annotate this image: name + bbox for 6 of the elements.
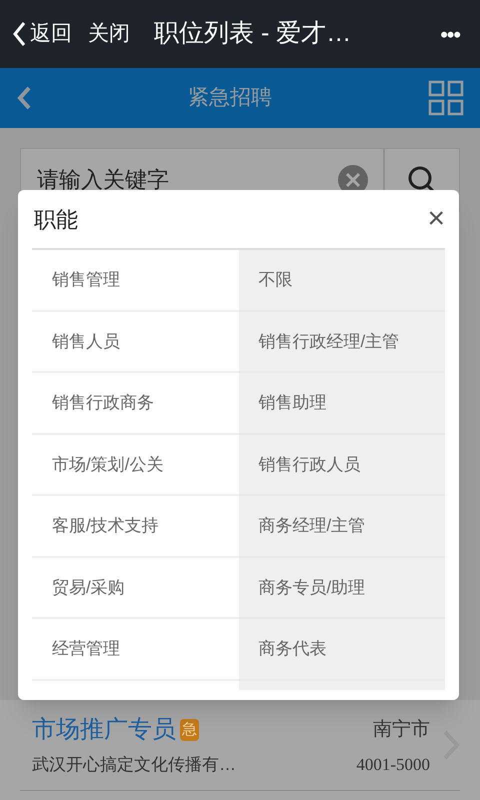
company-name: 武汉开心搞定文化传播有… [32,754,236,776]
window-title: 职位列表 - 爱才… [154,18,352,50]
salary: 4001-5000 [356,754,430,776]
urgent-badge: 急 [180,718,199,742]
job-city: 南宁市 [373,718,430,742]
page-title: 紧急招聘 [187,85,273,112]
